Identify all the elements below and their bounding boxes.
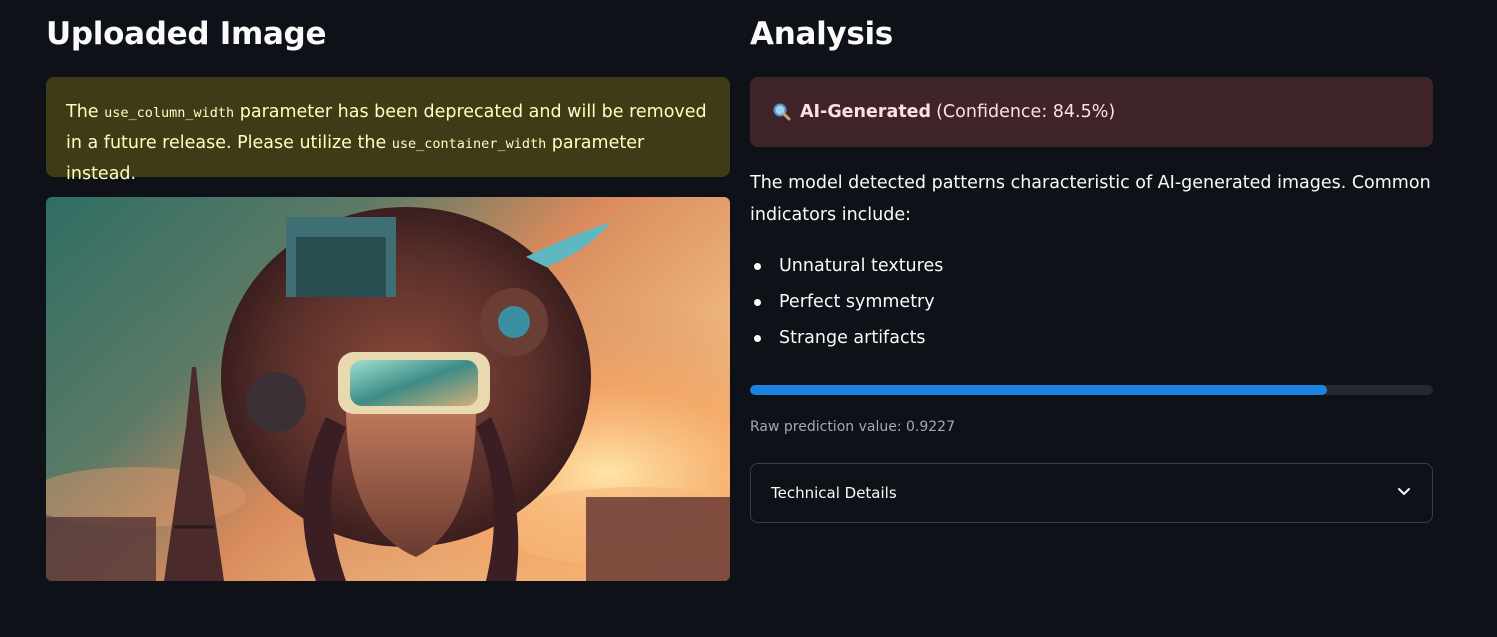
list-item: Unnatural textures [750,250,1433,286]
deprecation-warning: The use_column_width parameter has been … [46,77,730,184]
list-item: Perfect symmetry [750,286,1433,322]
result-label: AI-Generated [800,102,932,122]
warning-code-2: use_container_width [391,136,547,152]
indicator-list: Unnatural textures Perfect symmetry Stra… [750,250,1433,358]
expander-label: Technical Details [771,484,897,502]
warning-text-1: The [66,102,105,122]
technical-details-expander[interactable]: Technical Details [750,463,1433,523]
app-root: Uploaded Image The use_column_width para… [0,0,1497,637]
result-alert: AI-Generated (Confidence: 84.5%) [750,77,1433,147]
progress-fill [750,385,1328,395]
uploaded-image-heading: Uploaded Image [46,16,327,52]
raw-prediction-text: Raw prediction value: 0.9227 [750,419,955,435]
magnifier-icon [772,102,792,122]
warning-code-1: use_column_width [104,105,235,121]
result-confidence: (Confidence: 84.5%) [936,102,1116,122]
analysis-description: The model detected patterns characterist… [750,173,1431,225]
chevron-down-icon[interactable] [1396,483,1412,503]
uploaded-image [46,197,730,581]
list-item: Strange artifacts [750,322,1433,358]
confidence-progress-bar [750,385,1433,395]
analysis-heading: Analysis [750,16,893,52]
